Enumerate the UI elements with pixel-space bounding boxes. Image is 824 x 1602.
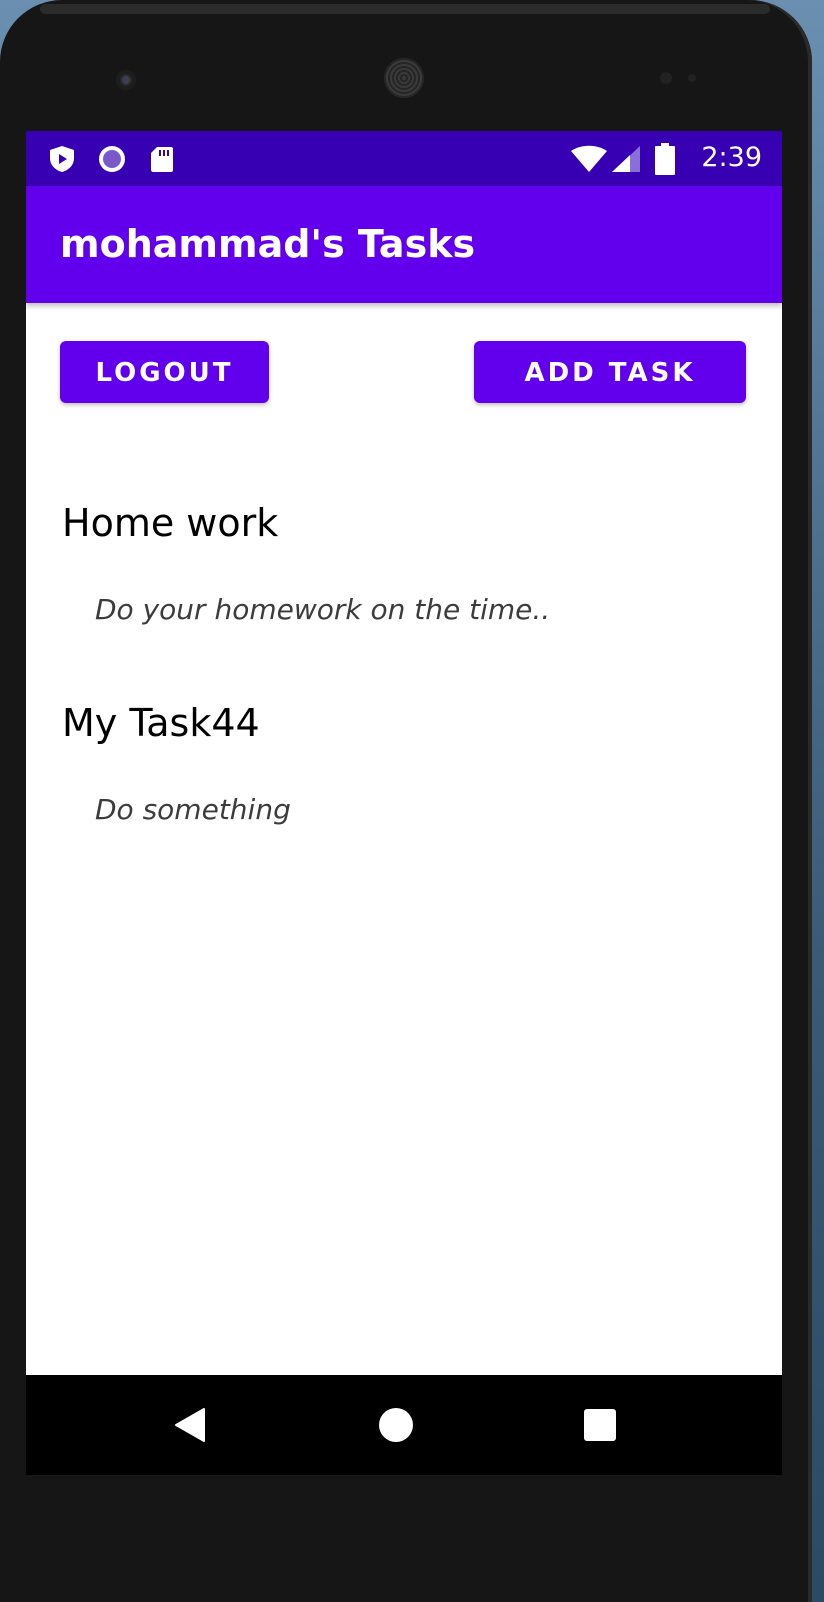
back-icon[interactable]	[170, 1405, 210, 1445]
battery-icon	[655, 143, 675, 175]
wifi-icon	[571, 145, 607, 172]
proximity-sensor	[660, 72, 672, 84]
add-task-button[interactable]: ADD TASK	[474, 341, 746, 403]
task-list: Home work Do your homework on the time..…	[26, 501, 782, 901]
cell-signal-icon	[612, 146, 640, 172]
task-item[interactable]: Home work Do your homework on the time..	[26, 501, 782, 701]
status-time: 2:39	[701, 142, 762, 173]
task-title: Home work	[62, 501, 279, 545]
play-protect-icon	[50, 146, 74, 172]
front-camera	[116, 70, 136, 90]
sd-card-icon	[151, 147, 173, 172]
recents-icon[interactable]	[580, 1405, 620, 1445]
task-item[interactable]: My Task44 Do something	[26, 701, 782, 901]
home-icon[interactable]	[376, 1405, 416, 1445]
task-description: Do something	[95, 793, 291, 826]
phone-top-edge	[40, 4, 770, 14]
light-sensor	[688, 74, 696, 82]
earpiece-speaker	[384, 58, 424, 98]
app-title: mohammad's Tasks	[60, 222, 476, 266]
app-bar: mohammad's Tasks	[26, 186, 782, 303]
device-screen: 2:39 mohammad's Tasks LOGOUT ADD TASK Ho…	[26, 131, 782, 1475]
task-description: Do your homework on the time..	[95, 593, 551, 626]
phone-frame: 2:39 mohammad's Tasks LOGOUT ADD TASK Ho…	[0, 0, 812, 1602]
record-circle-icon	[99, 146, 125, 172]
status-bar: 2:39	[26, 131, 782, 186]
task-title: My Task44	[62, 701, 260, 745]
navigation-bar	[26, 1375, 782, 1475]
logout-button[interactable]: LOGOUT	[60, 341, 269, 403]
